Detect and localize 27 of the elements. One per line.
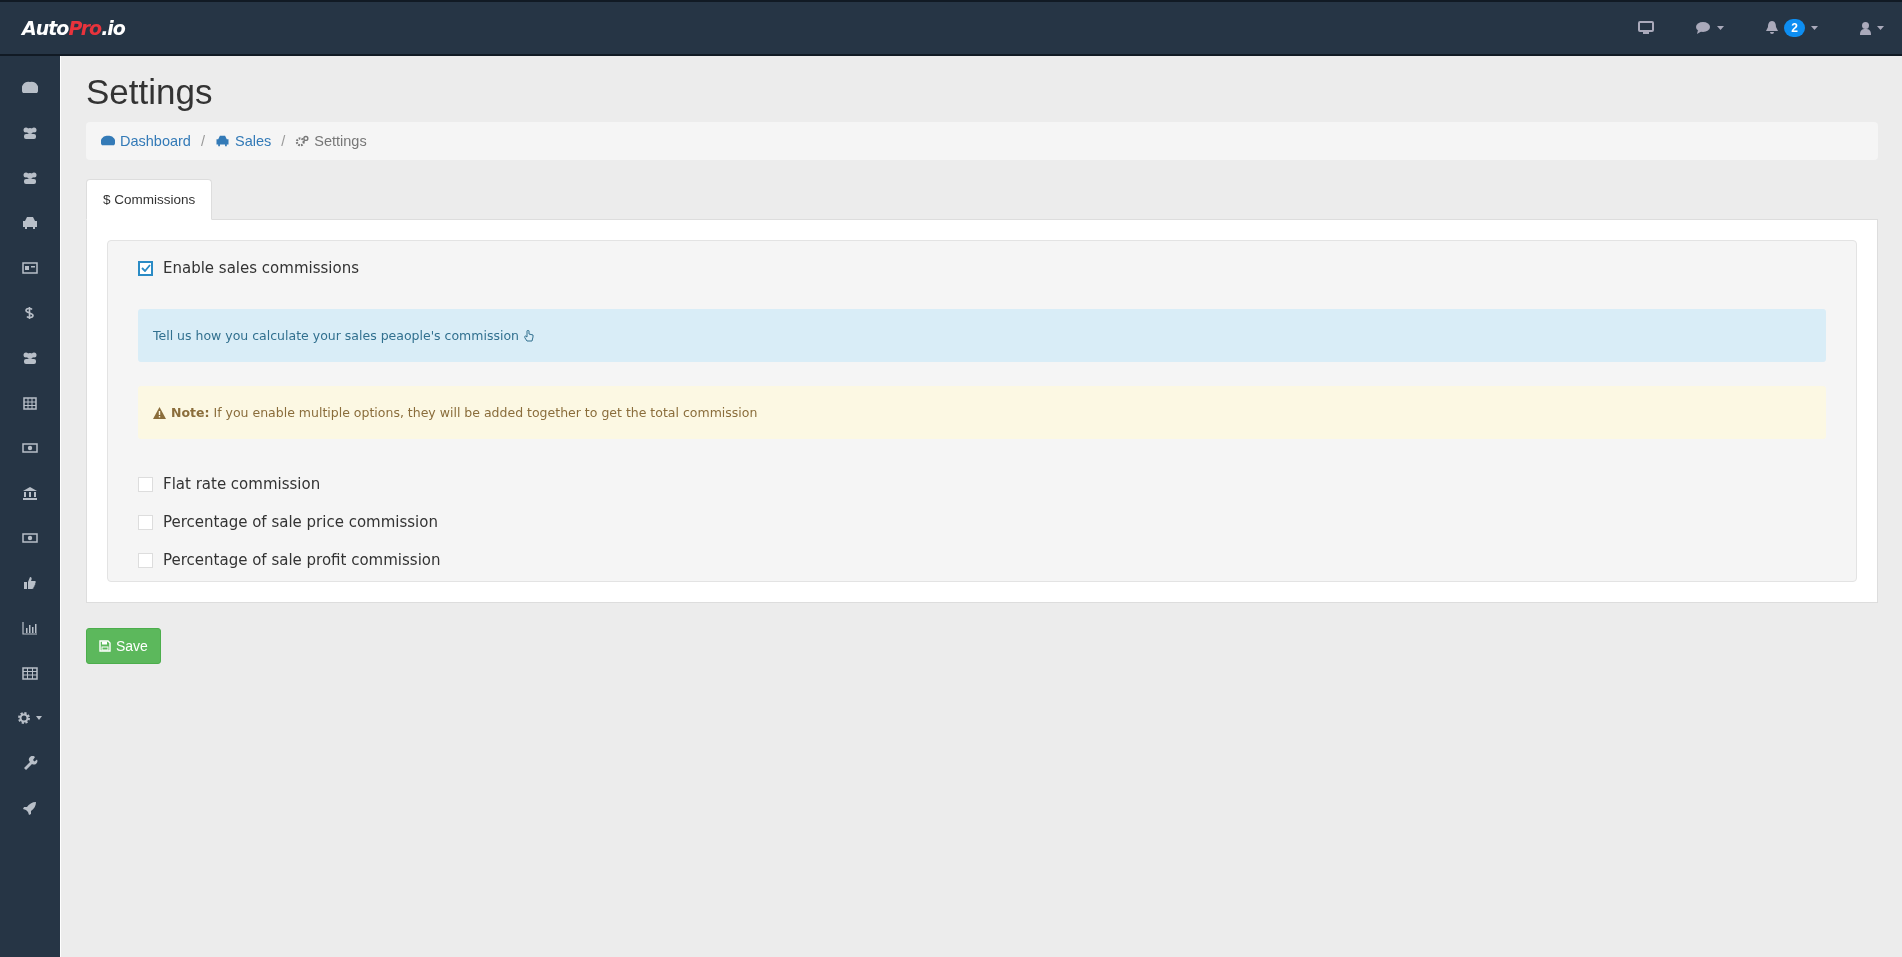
breadcrumb-current-page: Settings [314,133,367,149]
caret-icon [1811,26,1818,30]
chat-icon [1696,22,1712,34]
notifications-dropdown-button[interactable]: 2 [1762,15,1822,41]
app-logo[interactable]: AutoPro.io [22,17,125,39]
checkbox-label: Flat rate commission [163,475,321,493]
caret-icon [1877,26,1884,30]
checkbox[interactable] [138,260,153,276]
breadcrumb-link[interactable]: Sales [234,133,272,149]
warning-alert-text: Note: If you enable multiple options, they will be added together to get the total commission [171,405,758,420]
page-title: Settings [86,72,214,112]
checkbox-label: Percentage of sale price commission [163,513,438,531]
bell-icon [1766,21,1779,35]
user-icon [1860,21,1871,35]
commissions-tab[interactable]: $ Commissions [86,179,213,220]
hand-pointer-icon [524,329,534,342]
notification-count-badge: 2 [1784,19,1805,37]
save-button[interactable]: Save [86,628,161,664]
breadcrumb-link[interactable]: Dashboard [120,133,191,149]
breadcrumb-separator: / [281,133,286,149]
checkbox-label: Percentage of sale profit commission [163,551,441,569]
save-icon [99,640,111,652]
info-alert-text: Tell us how you calculate your sales peaople's commission [153,328,519,343]
warning-icon [153,406,166,419]
checkbox-label: Enable sales commissions [163,259,359,277]
breadcrumb-separator: / [200,133,205,149]
caret-icon [1717,26,1725,30]
